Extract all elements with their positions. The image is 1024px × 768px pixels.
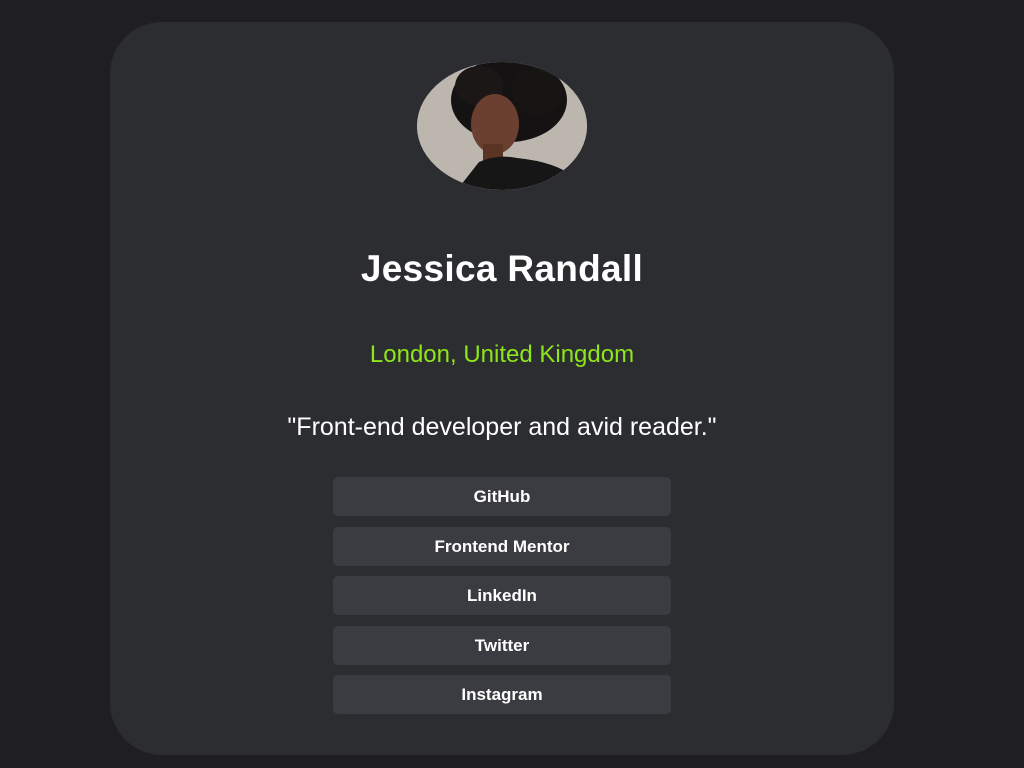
linkedin-link-button[interactable]: LinkedIn xyxy=(333,576,671,615)
twitter-link-button[interactable]: Twitter xyxy=(333,625,671,665)
github-link-button[interactable]: GitHub xyxy=(333,477,671,516)
profile-name: Jessica Randall xyxy=(360,248,644,289)
social-links: GitHub Frontend Mentor LinkedIn Twitter … xyxy=(333,477,671,725)
profile-location: London, United Kingdom xyxy=(369,341,635,368)
avatar-image xyxy=(417,62,587,190)
frontend-mentor-link-button[interactable]: Frontend Mentor xyxy=(333,526,671,566)
avatar xyxy=(417,62,587,190)
profile-bio: "Front-end developer and avid reader." xyxy=(287,413,717,441)
profile-card: Jessica Randall London, United Kingdom "… xyxy=(110,22,894,755)
instagram-link-button[interactable]: Instagram xyxy=(333,675,671,714)
